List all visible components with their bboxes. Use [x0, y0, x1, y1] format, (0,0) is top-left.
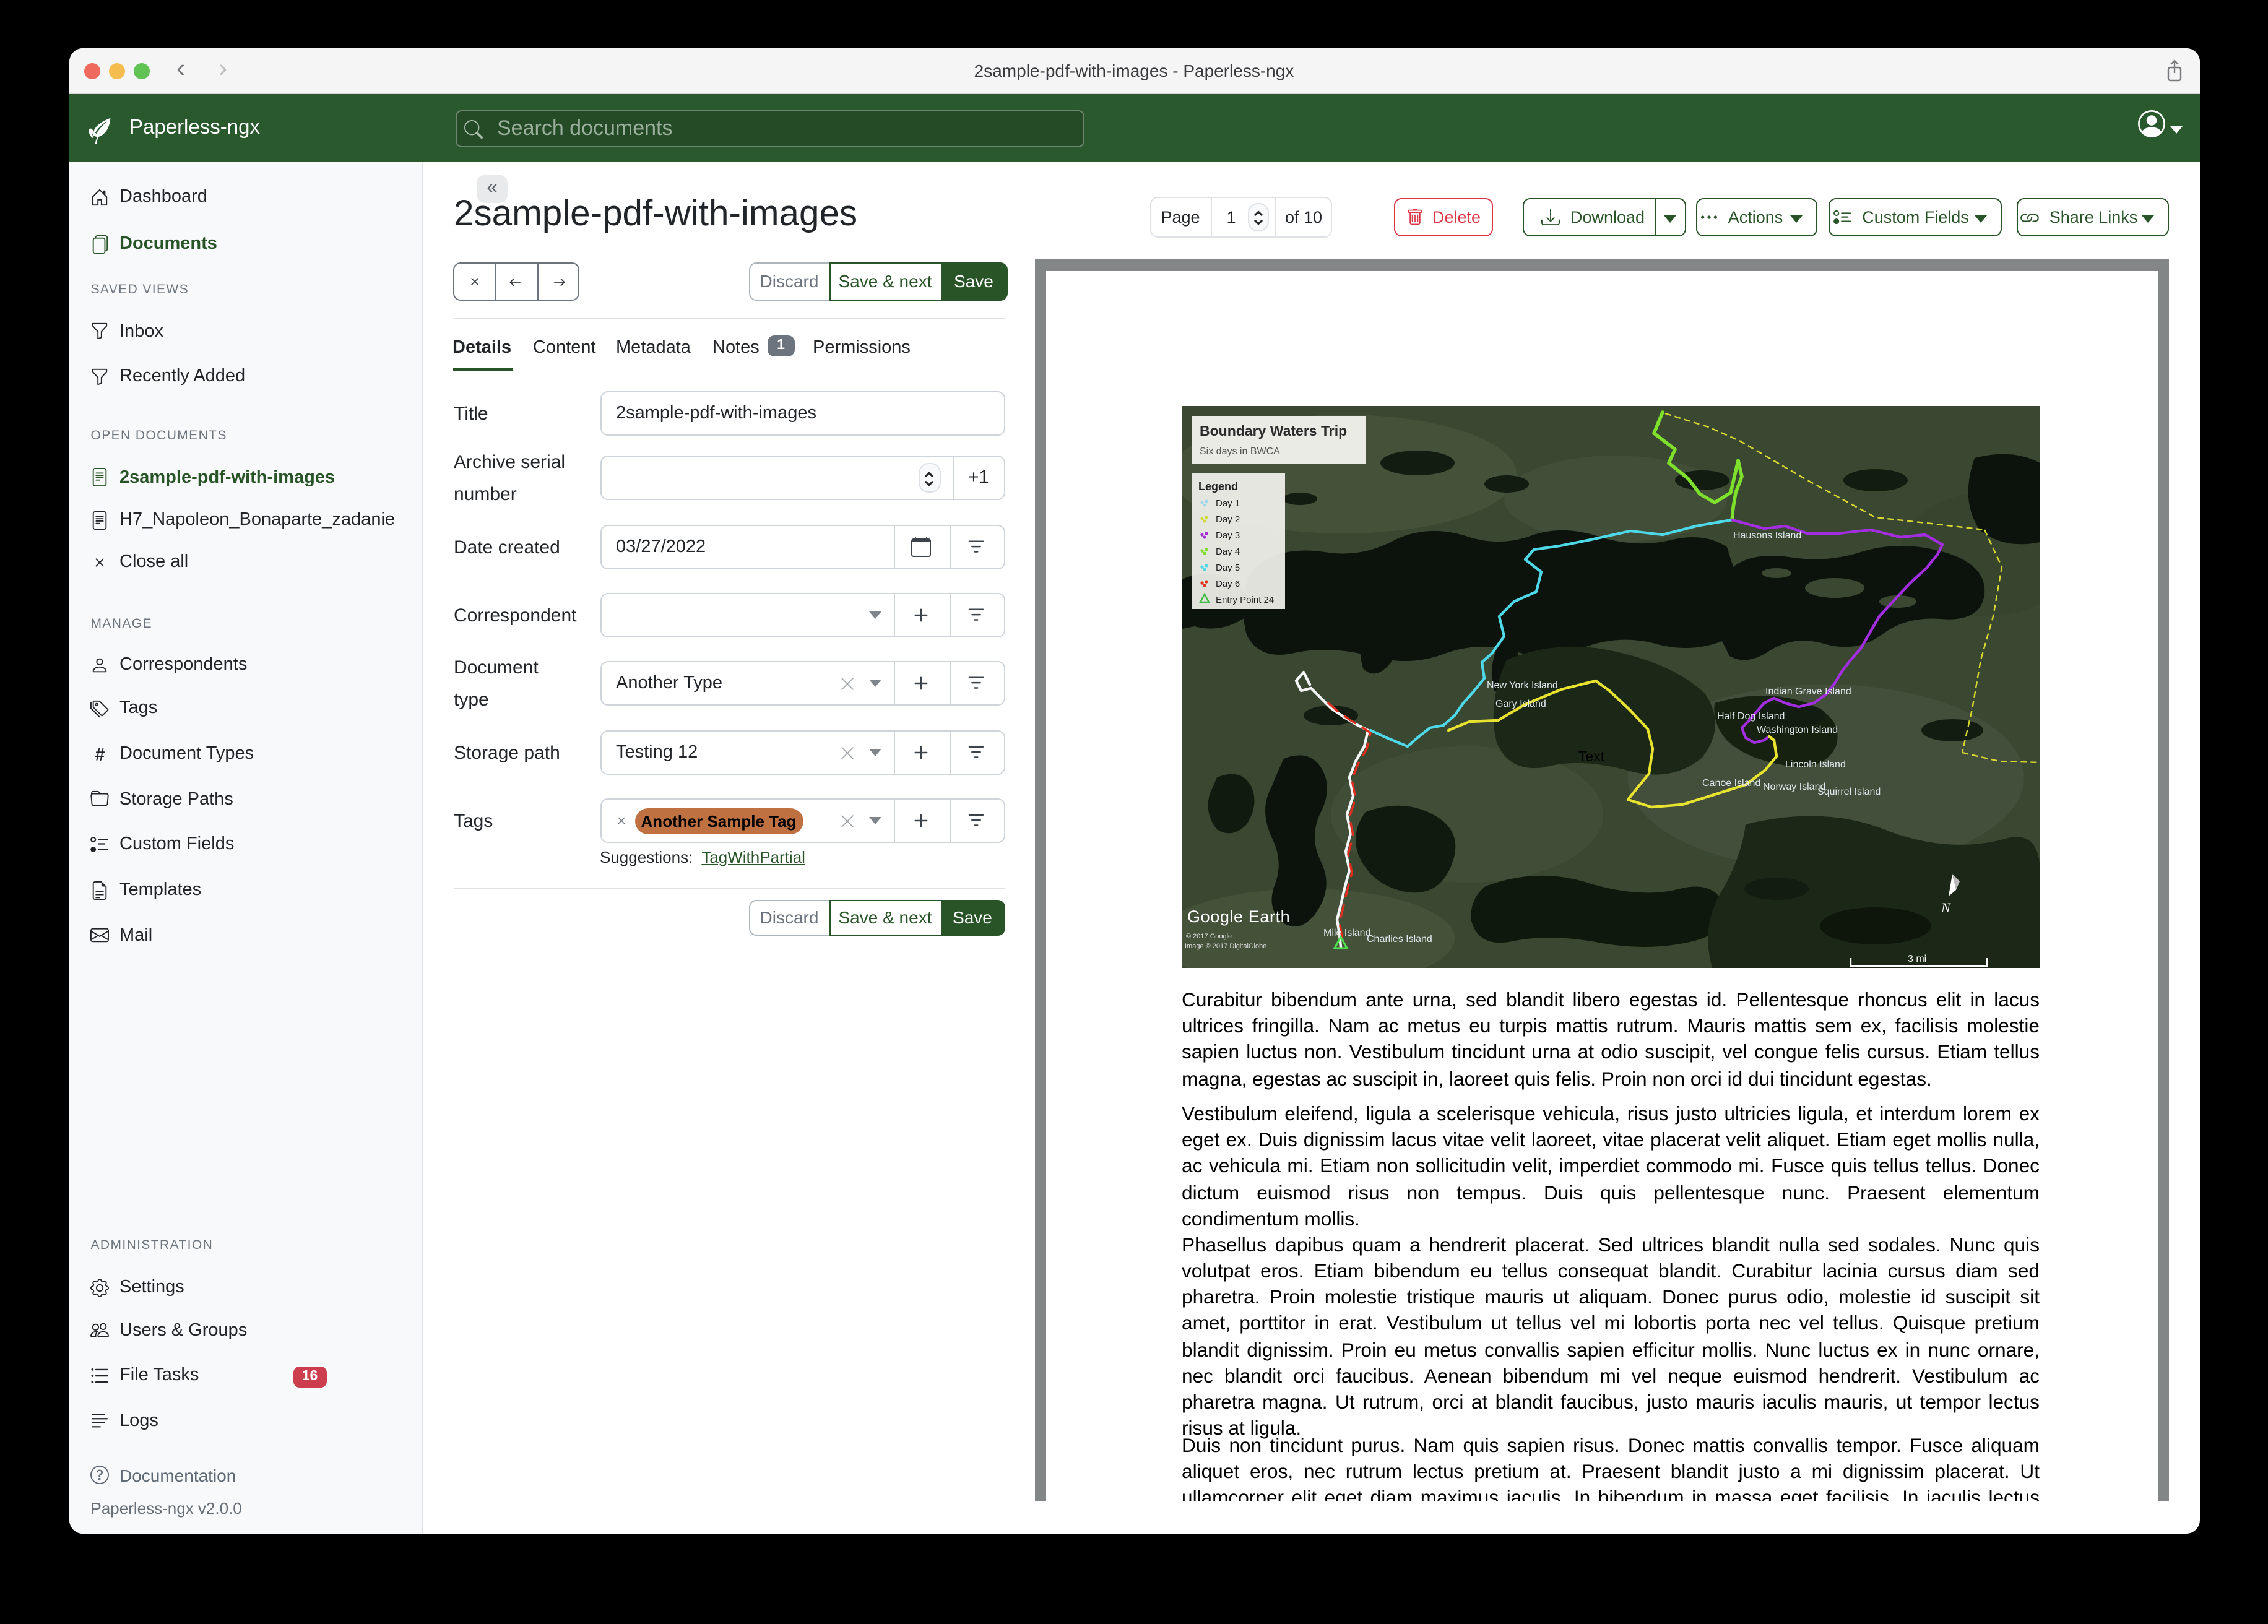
svg-text:Day 5: Day 5: [1215, 562, 1239, 572]
svg-text:Day 3: Day 3: [1215, 530, 1239, 540]
svg-text:Six days in BWCA: Six days in BWCA: [1199, 446, 1279, 456]
svg-text:Norway Island: Norway Island: [1762, 781, 1825, 792]
svg-text:Google Earth: Google Earth: [1187, 907, 1289, 925]
svg-text:Image © 2017 DigitalGlobe: Image © 2017 DigitalGlobe: [1184, 942, 1266, 949]
svg-text:Entry Point 24: Entry Point 24: [1215, 594, 1273, 605]
svg-text:Charlies Island: Charlies Island: [1366, 933, 1432, 944]
svg-text:New York Island: New York Island: [1486, 680, 1557, 690]
svg-text:3 mi: 3 mi: [1907, 953, 1926, 964]
svg-text:Day 6: Day 6: [1215, 578, 1239, 589]
svg-text:Gary Island: Gary Island: [1495, 698, 1546, 709]
svg-text:Text: Text: [1578, 748, 1604, 764]
svg-text:Day 2: Day 2: [1215, 514, 1239, 524]
svg-text:Mile Island: Mile Island: [1323, 927, 1370, 938]
svg-text:© 2017 Google: © 2017 Google: [1185, 932, 1231, 939]
svg-text:N: N: [1940, 899, 1950, 915]
svg-text:Canoe Island: Canoe Island: [1702, 777, 1760, 788]
svg-text:Hausons Island: Hausons Island: [1733, 530, 1801, 540]
svg-text:Squirrel Island: Squirrel Island: [1817, 786, 1880, 797]
svg-text:Lincoln Island: Lincoln Island: [1785, 759, 1845, 769]
svg-text:Indian Grave Island: Indian Grave Island: [1765, 686, 1851, 696]
svg-text:Washington Island: Washington Island: [1756, 724, 1837, 735]
svg-text:Day 1: Day 1: [1215, 498, 1239, 508]
svg-text:Boundary Waters Trip: Boundary Waters Trip: [1199, 422, 1346, 438]
svg-text:Legend: Legend: [1198, 480, 1237, 492]
svg-text:Half Dog Island: Half Dog Island: [1716, 710, 1784, 721]
svg-text:Day 4: Day 4: [1215, 546, 1239, 556]
